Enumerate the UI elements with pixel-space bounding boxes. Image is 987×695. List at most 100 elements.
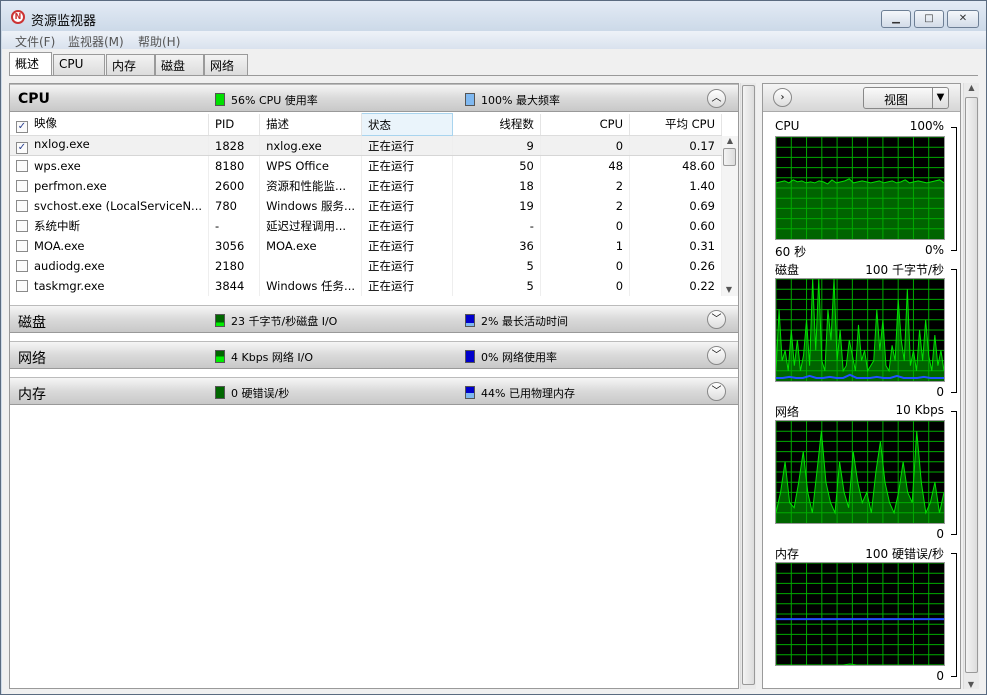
menu-help[interactable]: 帮助(H) [138,33,180,50]
column-status[interactable]: 状态 [361,113,453,136]
tab-cpu[interactable]: CPU [53,54,105,75]
cell-threads: 9 [452,135,541,156]
process-checkbox[interactable] [16,259,28,272]
main-content: 概述 CPU 内存 磁盘 网络 CPU 56% CPU 使用率 100% 最大频… [2,49,986,694]
select-all-checkbox[interactable]: ✓ [16,121,28,134]
cell-text: 5 [526,258,534,273]
scroll-thumb[interactable] [742,85,755,685]
cell-avg: 0.22 [629,275,722,296]
table-row[interactable]: 系统中断 - 延迟过程调用... 正在运行 - 0 0.60 [10,215,722,236]
expand-icon[interactable]: ﹀ [707,310,726,329]
network-section-header[interactable]: 网络 4 Kbps 网络 I/O 0% 网络使用率 ﹀ [10,341,738,369]
scroll-up-arrow[interactable]: ▲ [964,83,979,92]
process-checkbox[interactable] [16,159,28,172]
graph-min-label: 0 [936,669,944,683]
collapse-icon[interactable]: ︿ [707,89,726,108]
physical-memory-legend: 44% 已用物理内存 [465,385,575,401]
tab-network[interactable]: 网络 [204,54,248,75]
cell-text: MOA.exe [34,238,85,253]
column-pid[interactable]: PID [208,113,261,136]
table-row[interactable]: taskmgr.exe 3844 Windows 任务... 正在运行 5 0 0.22 [10,275,722,296]
cell-avg: 0.69 [629,195,722,216]
resource-monitor-window: N 资源监视器 ▁ □ ✕ 文件(F) 监视器(M) 帮助(H) 概述 CPU … [0,0,987,695]
graph-canvas [775,136,945,239]
cell-text: 0.22 [689,278,715,293]
cell-text: 0.17 [689,138,715,153]
scroll-up-arrow[interactable]: ▲ [722,136,738,145]
minimize-button[interactable]: ▁ [881,10,911,28]
column-cpu[interactable]: CPU [540,113,631,136]
column-average-cpu[interactable]: 平均 CPU [629,113,722,136]
cell-text: 0 [615,218,624,233]
scroll-thumb[interactable] [965,97,978,673]
cell-text: 0.69 [689,198,715,213]
table-row[interactable]: audiodg.exe 2180 正在运行 5 0 0.26 [10,255,722,276]
graph-bracket [951,553,957,677]
process-checkbox[interactable] [16,179,28,192]
tab-overview[interactable]: 概述 [9,52,52,76]
maximize-button[interactable]: □ [914,10,944,28]
table-row[interactable]: MOA.exe 3056 MOA.exe 正在运行 36 1 0.31 [10,235,722,256]
table-row[interactable]: ✓ nxlog.exe 1828 nxlog.exe 正在运行 9 0 0.17 [10,135,722,156]
cell-text: 资源和性能监... [266,178,347,193]
scroll-down-arrow[interactable]: ▼ [722,285,736,294]
cell-text: svchost.exe (LocalServiceN... [34,198,203,213]
cell-text: 正在运行 [368,138,415,153]
graph-bracket [951,127,957,251]
cell-pid: 8180 [208,155,261,176]
expand-icon[interactable]: ﹀ [707,346,726,365]
process-checkbox[interactable] [16,239,28,252]
view-button-label: 视图 [884,93,909,107]
cell-text: 正在运行 [368,258,415,273]
disk-active-text: 2% 最长活动时间 [481,315,568,328]
table-row[interactable]: wps.exe 8180 WPS Office 正在运行 50 48 48.60 [10,155,722,176]
overview-splitter-scrollbar[interactable] [740,83,756,689]
table-scrollbar[interactable]: ▲ ▼ [722,136,738,296]
cell-text: WPS Office [266,158,329,173]
dropdown-arrow-icon[interactable]: ▼ [932,88,948,108]
network-io-text: 4 Kbps 网络 I/O [231,351,314,364]
cell-text: 1.40 [689,178,715,193]
process-checkbox[interactable]: ✓ [16,142,28,154]
tab-disk[interactable]: 磁盘 [155,54,204,75]
cell-avg: 0.31 [629,235,722,256]
process-checkbox[interactable] [16,219,28,232]
column-image[interactable]: ✓ 映像 [10,113,210,136]
cell-status: 正在运行 [361,255,453,276]
cell-status: 正在运行 [361,195,453,216]
scroll-down-arrow[interactable]: ▼ [964,680,978,689]
view-button[interactable]: 视图 ▼ [863,87,949,109]
cell-pid: 1828 [208,135,261,156]
expand-icon[interactable]: ﹀ [707,382,726,401]
cpu-section-header[interactable]: CPU 56% CPU 使用率 100% 最大频率 ︿ [10,84,738,112]
column-description[interactable]: 描述 [259,113,363,136]
cpu-process-table: ✓ 映像 PID 描述 状态 线程数 CPU 平均 CPU ✓ nxlog.exe 1… [10,113,722,296]
scroll-thumb[interactable] [723,148,736,166]
table-row[interactable]: perfmon.exe 2600 资源和性能监... 正在运行 18 2 1.40 [10,175,722,196]
menu-monitor[interactable]: 监视器(M) [68,33,124,50]
cell-text: 0 [615,258,624,273]
tab-memory[interactable]: 内存 [106,54,155,75]
disk-section-header[interactable]: 磁盘 23 千字节/秒磁盘 I/O 2% 最长活动时间 ﹀ [10,305,738,333]
cell-text: 正在运行 [368,238,415,253]
graphs-scrollbar[interactable]: ▲ ▼ [963,83,979,689]
process-checkbox[interactable] [16,199,28,212]
cell-avg: 0.60 [629,215,722,236]
green-swatch-icon [215,350,225,363]
cell-text: 正在运行 [368,278,415,293]
table-row[interactable]: svchost.exe (LocalServiceN... 780 Windows … [10,195,722,216]
graph-line [776,663,944,666]
cell-avg: 0.17 [629,135,722,156]
graph-min-label: 0 [936,385,944,399]
memory-section-header[interactable]: 内存 0 硬错误/秒 44% 已用物理内存 ﹀ [10,377,738,405]
close-button[interactable]: ✕ [947,10,979,28]
process-checkbox[interactable] [16,279,28,292]
green-swatch-icon [215,314,225,327]
disk-section-title: 磁盘 [18,315,46,331]
menu-file[interactable]: 文件(F) [15,33,55,50]
graph-area [776,431,944,523]
hide-graphs-icon[interactable]: › [773,88,792,107]
graphs-panel: › 视图 ▼ CPU 100% 60 秒 0% 磁盘 100 千字节/秒 0 网络 10 Kbp… [762,83,961,689]
column-threads[interactable]: 线程数 [452,113,541,136]
disk-active-legend: 2% 最长活动时间 [465,313,568,329]
